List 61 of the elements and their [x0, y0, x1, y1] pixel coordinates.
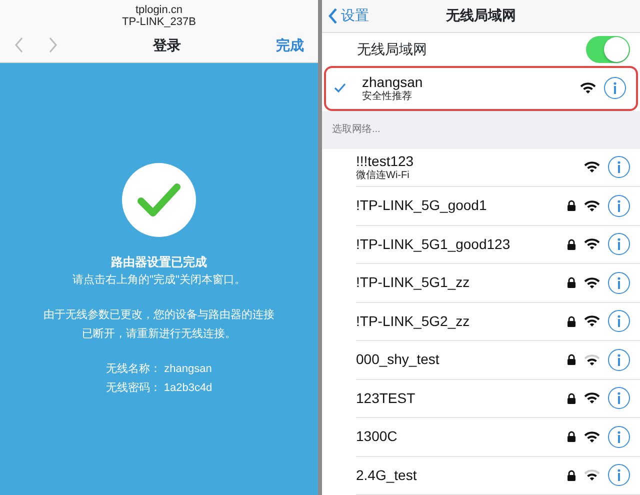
- info-icon: [617, 161, 621, 174]
- done-button[interactable]: 完成: [276, 34, 304, 56]
- network-name: 2.4G_test: [356, 466, 417, 484]
- wifi-icon: [580, 82, 596, 94]
- info-icon: [617, 238, 621, 250]
- network-subtitle: 安全性推荐: [362, 90, 413, 103]
- info-button[interactable]: [608, 156, 630, 178]
- network-row[interactable]: !TP-LINK_5G1_good123: [356, 226, 640, 264]
- detail-text: 无线密码： 1a2b3c4d: [106, 380, 212, 396]
- network-name: zhangsan: [362, 74, 423, 90]
- network-name: 123TEST: [356, 390, 416, 407]
- info-icon: [617, 315, 621, 328]
- instruction-text: 请点击右上角的"完成"关闭本窗口。: [72, 272, 246, 288]
- network-row[interactable]: 123TEST: [356, 380, 640, 418]
- info-button[interactable]: [608, 233, 630, 256]
- network-row[interactable]: !TP-LINK_5G_good1: [356, 187, 640, 226]
- info-icon: [617, 276, 621, 289]
- network-name: !TP-LINK_5G_good1: [356, 197, 487, 214]
- url-text: tplogin.cn: [135, 4, 183, 16]
- network-name: !TP-LINK_5G1_good123: [356, 236, 510, 253]
- back-button[interactable]: 设置: [328, 5, 369, 26]
- wifi-label: 无线局域网: [357, 40, 427, 59]
- info-icon: [613, 82, 617, 94]
- network-name: 000_shy_test: [356, 351, 440, 368]
- forward-icon[interactable]: [48, 37, 58, 53]
- info-icon: [617, 354, 621, 366]
- info-button[interactable]: [608, 310, 630, 332]
- page-title: 登录: [152, 36, 182, 54]
- network-name: !!!test123: [356, 152, 414, 170]
- status-title: 路由器设置已完成: [111, 254, 207, 271]
- back-icon[interactable]: [14, 37, 24, 53]
- network-row[interactable]: 000_shy_test: [356, 341, 640, 380]
- info-button[interactable]: [608, 348, 630, 371]
- info-button[interactable]: [608, 387, 630, 410]
- info-button[interactable]: [608, 426, 630, 448]
- network-name: !TP-LINK_5G2_zz: [356, 312, 470, 330]
- network-row[interactable]: !TP-LINK_5G2_zz: [356, 302, 640, 341]
- network-name: 1300C: [356, 428, 398, 446]
- chevron-icon: [328, 6, 338, 25]
- info-button[interactable]: [608, 272, 630, 294]
- info-icon: [617, 392, 621, 404]
- info-button[interactable]: [604, 77, 626, 100]
- network-row[interactable]: 1300C: [356, 418, 640, 456]
- network-subtitle: 微信连Wi-Fi: [356, 170, 410, 182]
- checkmark-icon: [334, 83, 346, 94]
- section-header: 选取网络...: [332, 122, 380, 138]
- network-name: !TP-LINK_5G1_zz: [356, 274, 470, 292]
- info-button[interactable]: [608, 464, 630, 486]
- screen-title: 无线局域网: [444, 6, 517, 26]
- detail-text: 无线名称： zhangsan: [106, 362, 212, 377]
- info-button[interactable]: [608, 194, 630, 217]
- network-row[interactable]: !!!test123 微信连Wi-Fi: [356, 148, 640, 187]
- connected-network-row[interactable]: zhangsan 安全性推荐: [324, 66, 638, 111]
- info-icon: [617, 200, 621, 212]
- info-icon: [617, 469, 621, 482]
- notice-text: 由于无线参数已更改，您的设备与路由器的连接已断开，请重新进行无线连接。: [42, 308, 276, 342]
- device-name: TP-LINK_237B: [122, 16, 196, 28]
- network-row[interactable]: !TP-LINK_5G1_zz: [356, 264, 640, 302]
- info-icon: [617, 430, 621, 443]
- network-row[interactable]: 2.4G_test: [356, 456, 640, 495]
- wifi-toggle[interactable]: [586, 36, 630, 63]
